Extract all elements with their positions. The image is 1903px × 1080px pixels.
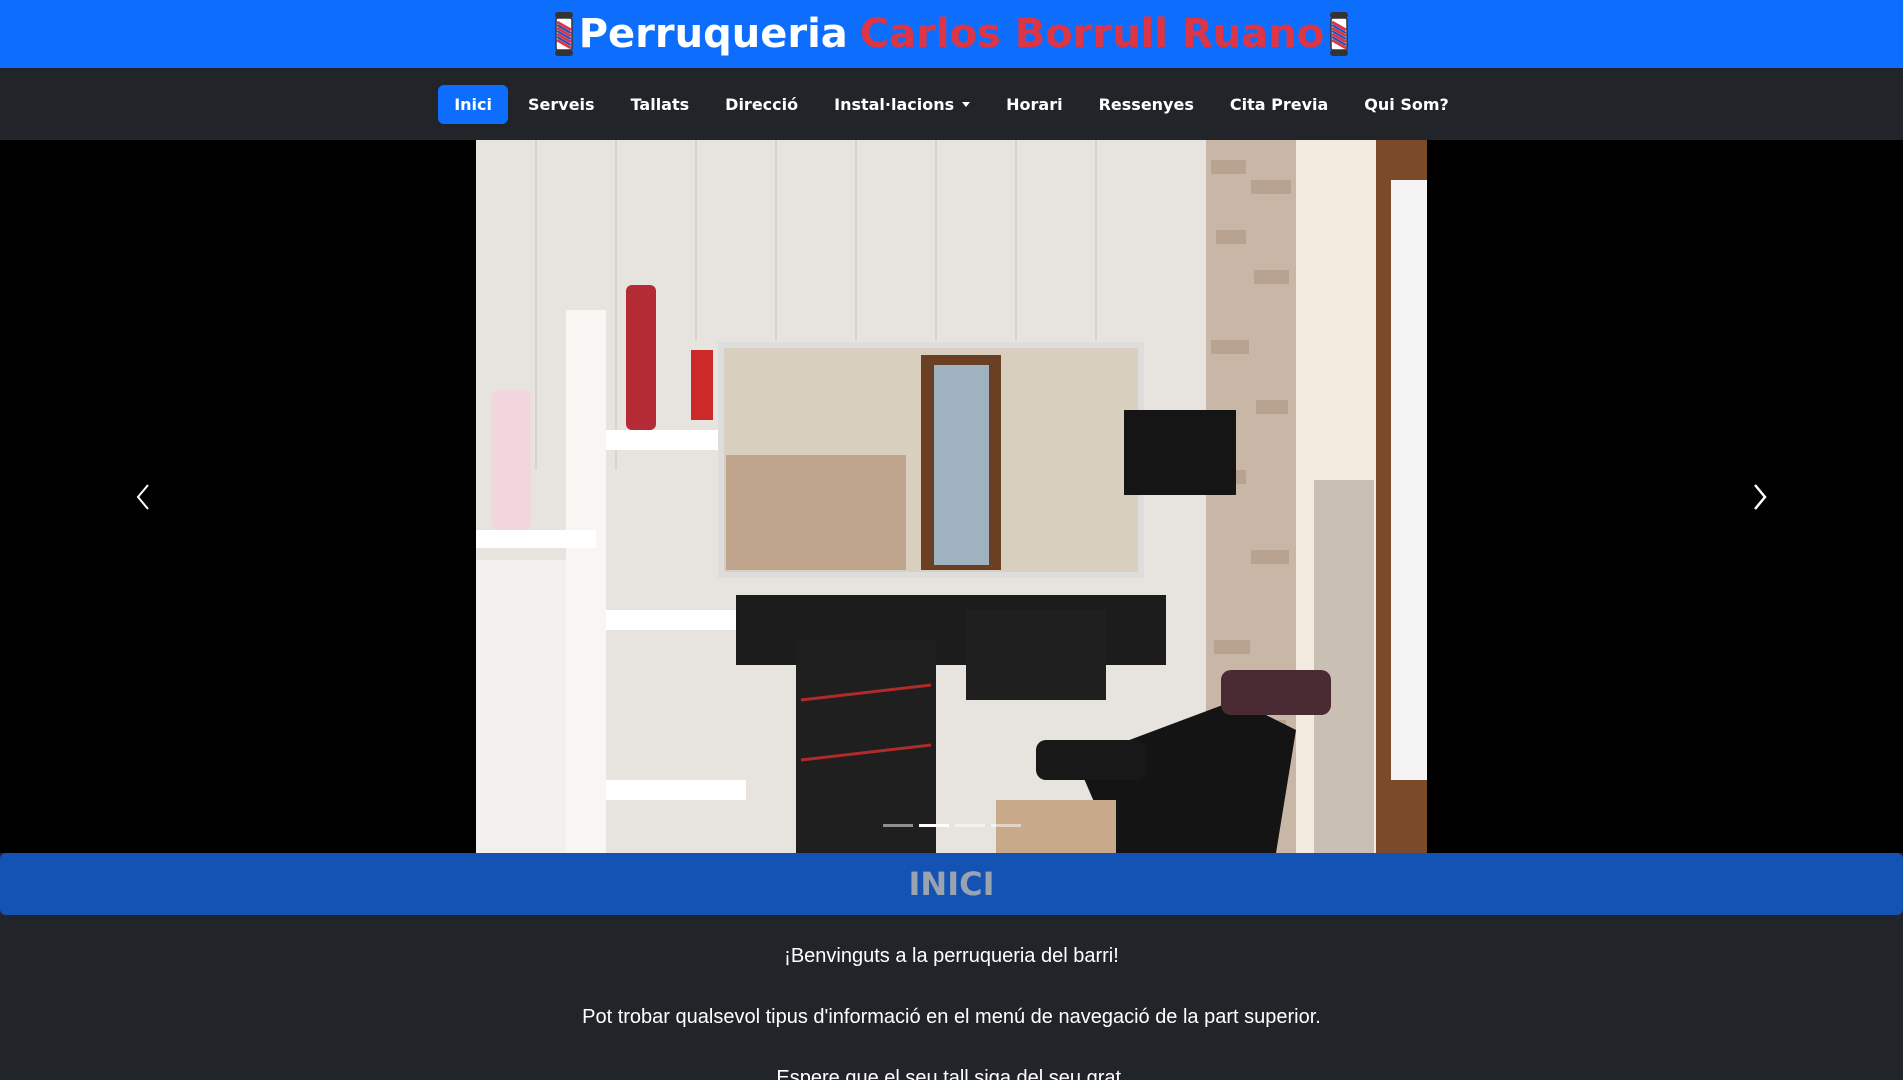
nav-item-inici[interactable]: Inici [438,84,508,124]
barber-pole-icon [1330,12,1349,56]
section-title: INICI [0,853,1903,915]
nav-item-installacions-label: Instal·lacions [834,94,955,114]
nav-item-serveis[interactable]: Serveis [512,85,611,124]
welcome-text: ¡Benvinguts a la perruqueria del barri! [784,945,1119,967]
carousel-indicators [0,824,1903,827]
nav-item-qui-som[interactable]: Qui Som? [1348,85,1465,124]
carousel-indicator[interactable] [954,824,985,827]
carousel-indicator[interactable] [990,824,1021,827]
main-navbar: Inici Serveis Tallats Direcció Instal·la… [0,68,1903,140]
site-title: Perruqueria [578,11,848,57]
caret-down-icon [962,101,971,107]
carousel-indicator-active[interactable] [918,824,949,827]
barber-pole-icon [554,12,573,56]
closing-text: Espere que el seu tall siga del seu grat… [776,1067,1127,1080]
welcome-content: ¡Benvinguts a la perruqueria del barri! … [0,915,1903,1080]
carousel-indicator[interactable] [882,824,913,827]
carousel-next-button[interactable] [1618,140,1903,853]
nav-item-installacions-dropdown[interactable]: Instal·lacions [818,85,986,124]
chevron-right-icon [1754,483,1767,510]
site-header: Perruqueria Carlos Borrull Ruano [0,0,1903,68]
photo-carousel [0,140,1903,853]
barbershop-interior-photo [476,140,1427,853]
nav-item-ressenyes[interactable]: Ressenyes [1083,85,1210,124]
nav-item-direccio[interactable]: Direcció [709,85,814,124]
owner-name: Carlos Borrull Ruano [859,11,1325,57]
nav-item-tallats[interactable]: Tallats [615,85,706,124]
carousel-prev-button[interactable] [0,140,285,853]
chevron-left-icon [136,483,149,510]
carousel-slide-image [476,140,1427,853]
nav-item-horari[interactable]: Horari [990,85,1078,124]
nav-item-cita-previa[interactable]: Cita Previa [1214,85,1344,124]
info-text: Pot trobar qualsevol tipus d'informació … [582,1006,1321,1028]
